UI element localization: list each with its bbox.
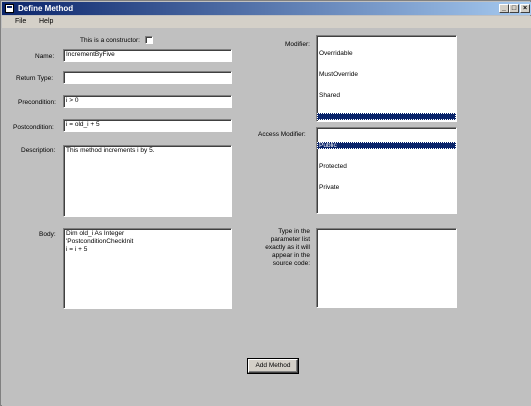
body-label: Body:	[39, 231, 56, 238]
app-icon	[5, 4, 14, 13]
precondition-input[interactable]: i > 0	[63, 95, 232, 108]
return-type-input[interactable]	[63, 71, 232, 84]
constructor-label: This is a constructor:	[80, 37, 140, 44]
menu-bar: File Help	[2, 16, 531, 28]
return-type-label: Return Type:	[16, 75, 54, 82]
precondition-label: Precondition:	[18, 99, 56, 106]
name-input[interactable]: IncrementByFive	[63, 49, 232, 62]
body-textarea[interactable]: Dim old_i As Integer 'PostconditionCheck…	[63, 228, 232, 309]
access-modifier-label: Access Modifier:	[258, 131, 306, 138]
title-bar[interactable]: Define Method _ □ ×	[2, 2, 531, 15]
name-label: Name:	[35, 53, 55, 60]
description-textarea[interactable]: This method increments i by 5.	[63, 145, 232, 217]
maximize-button[interactable]: □	[509, 4, 519, 13]
modifier-option-selected[interactable]	[317, 113, 456, 120]
access-option[interactable]: Protected	[317, 163, 456, 170]
modifier-option[interactable]: Shared	[317, 92, 456, 99]
minimize-button[interactable]: _	[499, 4, 509, 13]
modifier-option[interactable]: Overridable	[317, 50, 456, 57]
postcondition-label: Postcondition:	[13, 124, 54, 131]
window-title: Define Method	[18, 4, 74, 13]
modifier-label: Modifier:	[285, 41, 310, 48]
access-option[interactable]: Private	[317, 184, 456, 191]
form-area: This is a constructor: Name: IncrementBy…	[2, 28, 531, 406]
menu-file[interactable]: File	[15, 18, 26, 25]
add-method-button[interactable]: Add Method	[247, 358, 299, 374]
parameters-textarea[interactable]	[316, 228, 457, 308]
access-option-selected[interactable]: Public	[317, 142, 456, 149]
menu-help[interactable]: Help	[39, 18, 53, 25]
constructor-checkbox[interactable]	[145, 36, 153, 44]
modifier-listbox[interactable]: Overridable MustOverride Shared	[316, 35, 457, 122]
close-button[interactable]: ×	[520, 4, 530, 13]
postcondition-input[interactable]: i = old_i + 5	[63, 119, 232, 132]
description-label: Description:	[21, 147, 56, 154]
define-method-window: Define Method _ □ × File Help This is a …	[0, 0, 531, 406]
parameters-hint: Type in the parameter list exactly as it…	[265, 228, 310, 267]
access-modifier-listbox[interactable]: Public Protected Private	[316, 127, 457, 214]
modifier-option[interactable]: MustOverride	[317, 71, 456, 78]
